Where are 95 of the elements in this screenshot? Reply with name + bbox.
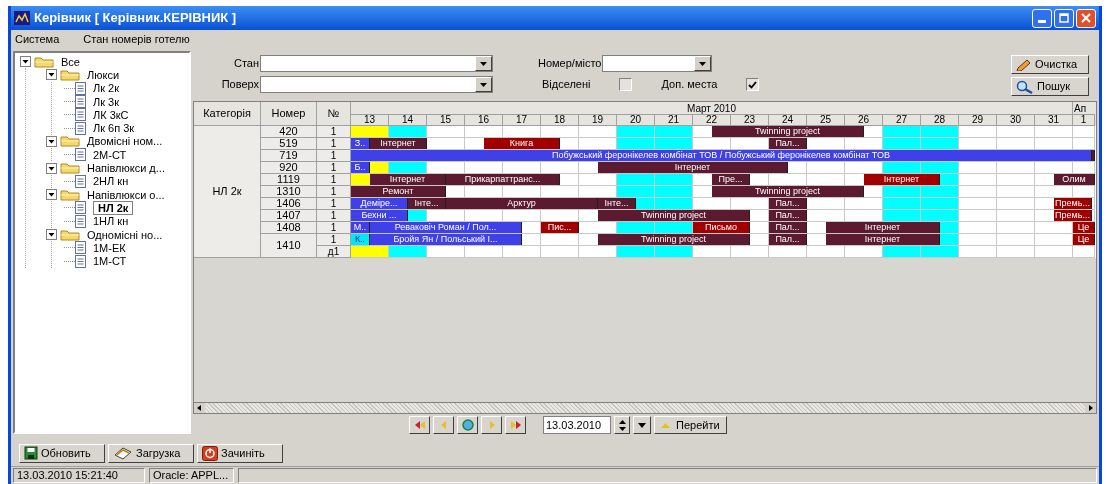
menu-item[interactable]: Система (15, 30, 60, 48)
tree-item[interactable]: 1НЛ кн (91, 214, 131, 229)
booking-bar[interactable]: Книга (484, 138, 560, 149)
booking-bar[interactable]: Олим (1054, 174, 1095, 185)
booking-bar[interactable]: Арктур (446, 198, 598, 209)
menu-item[interactable]: Стан номерів готелю (83, 30, 190, 48)
tree-item[interactable]: Лк 6п 3к (91, 121, 137, 136)
booking-bar[interactable]: Пал... (769, 138, 807, 149)
booking-bar[interactable]: Пал... (769, 222, 807, 233)
booking-bar[interactable]: К.. (351, 234, 370, 245)
bed-cell: 1 (317, 186, 351, 198)
bed-cell: 1 (317, 126, 351, 138)
bed-cell: 1 (317, 174, 351, 186)
tree-item[interactable]: Лк 2к (91, 81, 122, 96)
action-button[interactable]: Очистка (1011, 55, 1089, 74)
status-panel: Oracle: APPL... (149, 468, 234, 483)
booking-bar[interactable]: Інтернет (864, 174, 940, 185)
bed-cell: 1 (317, 138, 351, 150)
toolbar-button[interactable]: Загрузка (108, 443, 194, 463)
booking-bar[interactable]: Інте... (598, 198, 636, 209)
booking-bar[interactable]: Пал... (769, 210, 807, 221)
room-number-cell: 1408 (261, 222, 317, 234)
tree-item[interactable]: Напівлюкси д... (85, 161, 167, 176)
booking-bar[interactable]: Бройя Ян / Польський І... (370, 234, 522, 245)
booking-bar[interactable]: Twinning project (712, 186, 864, 197)
checkbox-label: Відселені (542, 77, 591, 93)
field-label: Поверх (221, 77, 259, 93)
room-number-cell: 1310 (261, 186, 317, 198)
booking-bar[interactable]: Ремонт (351, 186, 446, 197)
bed-cell: 1 (317, 234, 351, 246)
booking-bar[interactable]: Реваковіч Роман / Пол... (370, 222, 522, 233)
room-number-cell: 1410 (261, 234, 317, 258)
booking-bar[interactable]: Пис... (541, 222, 579, 233)
booking-bar[interactable]: Побужський феронікелев комбінат ТОВ / Побужський феронікелев комбінат ТОВ (351, 150, 1092, 161)
booking-bar[interactable]: Бехни ... (351, 210, 408, 221)
action-button[interactable]: Пошук (1011, 77, 1089, 96)
room-number-cell: 1406 (261, 198, 317, 210)
booking-bar[interactable]: Це (1073, 222, 1095, 233)
bed-cell: 1 (317, 210, 351, 222)
month-header: Март 2010 (351, 102, 1073, 114)
field-label: Стан (233, 56, 259, 72)
booking-bar[interactable]: Це (1073, 234, 1095, 245)
bed-cell: д1 (317, 246, 351, 258)
booking-bar[interactable]: Інтернет (598, 162, 788, 173)
room-number-cell: 719 (261, 150, 317, 162)
booking-bar[interactable]: Письмо (693, 222, 750, 233)
tree-item[interactable]: 1М-СТ (91, 254, 129, 269)
booking-bar[interactable]: З.. (351, 138, 370, 149)
room-number-cell: 920 (261, 162, 317, 174)
tree-item[interactable]: ЛК 3кС (91, 107, 131, 122)
booking-bar[interactable]: Twinning project (712, 126, 864, 137)
booking-bar[interactable]: Інтернет (370, 138, 427, 149)
status-panel: 13.03.2010 15:21:40 (13, 468, 145, 483)
toolbar-button[interactable]: Зачиніть (197, 443, 283, 463)
booking-bar[interactable]: Інте... (408, 198, 446, 209)
booking-bar[interactable]: Інтернет (370, 174, 446, 185)
booking-bar[interactable]: Премь... (1054, 198, 1092, 209)
bed-cell: 1 (317, 222, 351, 234)
field-label: Номер/місто (538, 56, 602, 72)
booking-bar[interactable]: Пал... (769, 198, 807, 209)
toolbar-button[interactable]: Обновить (19, 443, 105, 463)
tree-item[interactable]: Люкси (85, 67, 122, 82)
tree-item[interactable]: Двомісні ном... (85, 134, 165, 149)
bed-cell: 1 (317, 162, 351, 174)
tree-item[interactable]: 2М-СТ (91, 147, 129, 162)
tree-item[interactable]: НЛ 2к (93, 200, 134, 215)
window-title: Керівник [ Керівник.КЕРІВНИК ] (34, 9, 237, 28)
go-button[interactable]: Перейти (654, 416, 727, 434)
room-number-cell: 1407 (261, 210, 317, 222)
booking-bar[interactable]: Пре... (712, 174, 750, 185)
tree-item[interactable]: Напівлюкси о... (85, 187, 167, 202)
booking-bar[interactable]: Пал... (769, 234, 807, 245)
bed-cell: 1 (317, 150, 351, 162)
booking-bar[interactable]: Прикарпаттранс... (446, 174, 560, 185)
booking-bar[interactable]: М.. (351, 222, 370, 233)
date-field[interactable]: 13.03.2010 (543, 416, 611, 434)
booking-bar[interactable]: Інтернет (826, 234, 940, 245)
booking-bar[interactable]: Б.. (351, 162, 370, 173)
booking-bar[interactable]: Twinning project (598, 234, 750, 245)
tree-item[interactable]: Лк 3к (91, 94, 122, 109)
booking-bar[interactable]: Деміре... (351, 198, 408, 209)
checkbox-label: Доп. места (661, 77, 718, 93)
booking-bar[interactable]: Twinning project (598, 210, 750, 221)
booking-bar[interactable]: Премь... (1054, 210, 1092, 221)
room-number-cell: 420 (261, 126, 317, 138)
bed-cell: 1 (317, 198, 351, 210)
tree-item[interactable]: Все (59, 54, 82, 69)
room-number-cell: 1119 (261, 174, 317, 186)
tree-item[interactable]: 2НЛ кн (91, 174, 131, 189)
month-header: Ап (1073, 102, 1088, 114)
tree-item[interactable]: 1М-ЕК (91, 240, 128, 255)
category-cell: НЛ 2к (194, 126, 261, 258)
room-number-cell: 519 (261, 138, 317, 150)
booking-bar[interactable]: Інтернет (826, 222, 940, 233)
tree-item[interactable]: Одномісні но... (85, 227, 165, 242)
